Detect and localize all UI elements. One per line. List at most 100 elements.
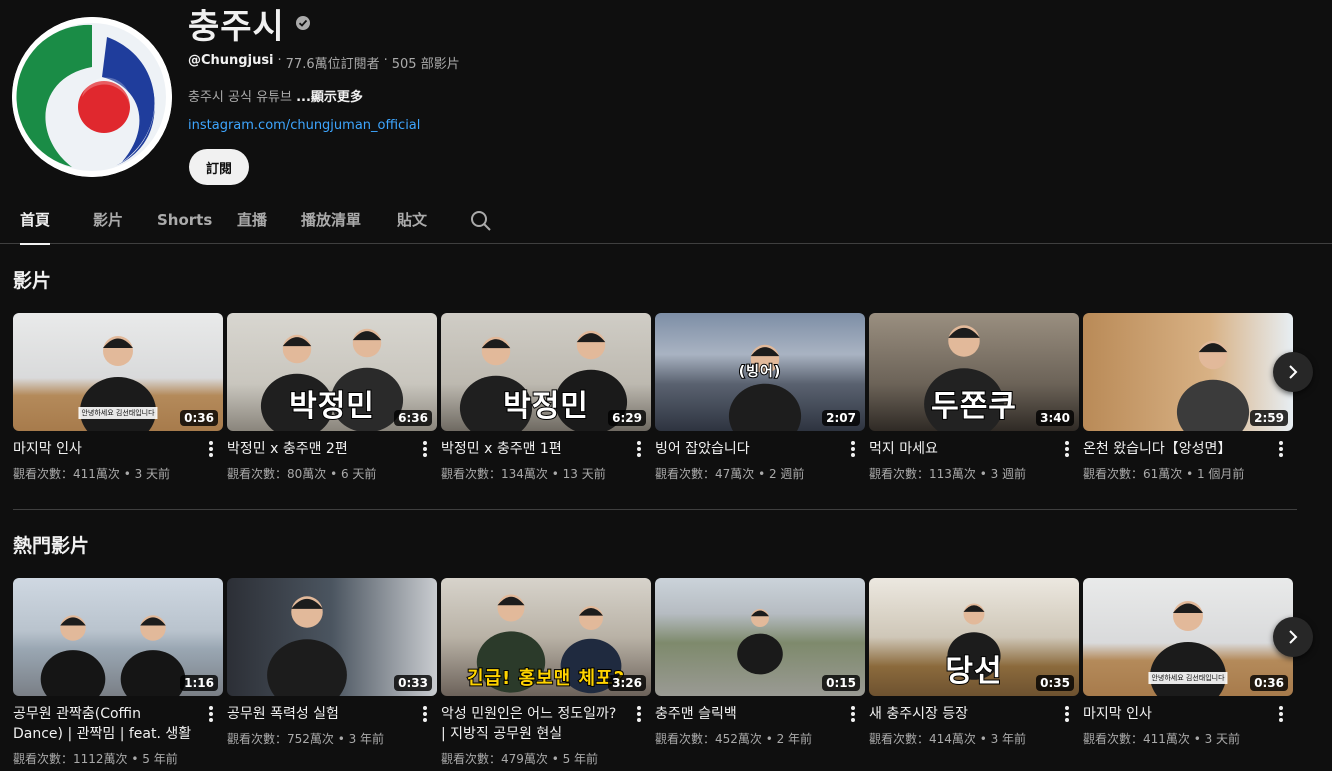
video-title[interactable]: 먹지 마세요 [869,439,1051,459]
video-card[interactable]: 두쫀쿠 3:40 먹지 마세요 觀看次數：113萬次 • 3 週前 [869,313,1079,481]
video-card[interactable]: (빙어) 2:07 빙어 잡았습니다 觀看次數：47萬次 • 2 週前 [655,313,865,481]
video-duration: 0:15 [822,675,860,691]
video-title[interactable]: 악성 민원인은 어느 정도일까? | 지방직 공무원 현실 [441,704,623,744]
more-options-icon[interactable] [1061,702,1073,726]
video-duration: 0:36 [1250,675,1288,691]
video-title[interactable]: 박정민 x 충주맨 1편 [441,439,623,459]
video-meta: 觀看次數：752萬次 • 3 年前 [227,732,385,746]
video-card[interactable]: 당선 0:35 새 충주시장 등장 觀看次數：414萬次 • 3 年前 [869,578,1079,746]
video-title[interactable]: 충주맨 슬릭백 [655,704,837,724]
video-thumbnail[interactable]: 긴급! 홍보맨 체포? 3:26 [441,578,651,696]
video-title[interactable]: 빙어 잡았습니다 [655,439,837,459]
video-card[interactable]: 긴급! 홍보맨 체포? 3:26 악성 민원인은 어느 정도일까? | 지방직 … [441,578,651,766]
more-options-icon[interactable] [847,437,859,461]
video-thumbnail[interactable]: 두쫀쿠 3:40 [869,313,1079,431]
videos-section-title[interactable]: 影片 [13,266,51,293]
meta-separator: ‧ [277,53,282,68]
video-thumbnail[interactable]: 박정민 6:36 [227,313,437,431]
video-meta: 觀看次數：47萬次 • 2 週前 [655,467,805,481]
tab-playlists[interactable]: 播放清單 [301,197,361,244]
verified-badge-icon [295,16,310,30]
tab-videos[interactable]: 影片 [93,197,123,244]
more-options-icon[interactable] [1061,437,1073,461]
video-card[interactable]: 안녕하세요 김선태입니다 0:36 마지막 인사 觀看次數：411萬次 • 3 … [13,313,223,481]
video-title[interactable]: 마지막 인사 [1083,704,1265,724]
video-thumbnail[interactable]: 2:59 [1083,313,1293,431]
chevron-right-icon [1289,630,1298,644]
video-thumbnail[interactable]: 0:33 [227,578,437,696]
subscriber-count: 77.6萬位訂閱者 [285,57,380,72]
tab-home[interactable]: 首頁 [20,197,51,245]
more-options-icon[interactable] [205,437,217,461]
video-duration: 6:29 [608,410,646,426]
popular-section-title[interactable]: 熱門影片 [13,531,89,558]
video-duration: 0:36 [180,410,218,426]
video-card[interactable]: 0:33 공무원 폭력성 실험 觀看次數：752萬次 • 3 年前 [227,578,437,746]
video-thumbnail[interactable]: 박정민 6:29 [441,313,651,431]
video-card[interactable]: 안녕하세요 김선태입니다 0:36 마지막 인사 觀看次數：411萬次 • 3 … [1083,578,1293,746]
video-thumbnail[interactable]: 안녕하세요 김선태입니다 0:36 [1083,578,1293,696]
video-thumbnail[interactable]: 1:16 [13,578,223,696]
video-meta: 觀看次數：134萬次 • 13 天前 [441,467,606,481]
video-duration: 1:16 [180,675,218,691]
videos-next-button[interactable] [1273,352,1313,392]
video-card[interactable]: 박정민 6:36 박정민 x 충주맨 2편 觀看次數：80萬次 • 6 天前 [227,313,437,481]
tab-live[interactable]: 直播 [237,197,267,244]
video-title[interactable]: 온천 왔습니다【앙성면】 [1083,439,1265,459]
channel-description[interactable]: 충주시 공식 유튜브 ...顯示更多 [188,86,363,105]
video-meta: 觀看次數：479萬次 • 5 年前 [441,752,599,766]
channel-name: 충주시 [188,6,285,47]
more-options-icon[interactable] [419,437,431,461]
channel-meta: @Chungjusi ‧ 77.6萬位訂閱者 ‧ 505 部影片 [188,53,460,72]
video-card[interactable]: 박정민 6:29 박정민 x 충주맨 1편 觀看次數：134萬次 • 13 天前 [441,313,651,481]
video-meta: 觀看次數：452萬次 • 2 年前 [655,732,813,746]
video-duration: 6:36 [394,410,432,426]
description-text: 충주시 공식 유튜브 [188,90,292,105]
video-thumbnail[interactable]: 당선 0:35 [869,578,1079,696]
tab-shorts[interactable]: Shorts [157,197,212,244]
video-title[interactable]: 공무원 관짝춤(Coffin Dance) | 관짝밈 | feat. 생활 속… [13,704,195,744]
video-meta: 觀看次數：61萬次 • 1 個月前 [1083,467,1245,481]
meta-separator: ‧ [383,53,388,68]
video-meta: 觀看次數：411萬次 • 3 天前 [1083,732,1241,746]
video-thumbnail[interactable]: (빙어) 2:07 [655,313,865,431]
video-duration: 0:35 [1036,675,1074,691]
video-meta: 觀看次數：113萬次 • 3 週前 [869,467,1027,481]
video-duration: 3:40 [1036,410,1074,426]
channel-tabs: 首頁 影片 Shorts 直播 播放清單 貼文 [0,197,1332,245]
tab-posts[interactable]: 貼文 [397,197,427,244]
video-meta: 觀看次數：80萬次 • 6 天前 [227,467,377,481]
subscribe-button[interactable]: 訂閱 [189,149,249,185]
video-title[interactable]: 박정민 x 충주맨 2편 [227,439,409,459]
video-card[interactable]: 1:16 공무원 관짝춤(Coffin Dance) | 관짝밈 | feat.… [13,578,223,766]
video-card[interactable]: 0:15 충주맨 슬릭백 觀看次數：452萬次 • 2 年前 [655,578,865,746]
thumbnail-subtitle: 안녕하세요 김선태입니다 [78,407,158,419]
channel-external-link[interactable]: instagram.com/chungjuman_official [188,118,420,133]
channel-logo [12,17,172,177]
video-title[interactable]: 공무원 폭력성 실험 [227,704,409,724]
more-options-icon[interactable] [633,437,645,461]
video-duration: 2:07 [822,410,860,426]
video-meta: 觀看次數：411萬次 • 3 天前 [13,467,171,481]
video-meta: 觀看次數：1112萬次 • 5 年前 [13,752,178,766]
more-options-icon[interactable] [419,702,431,726]
more-options-icon[interactable] [633,702,645,726]
thumbnail-subtitle: 안녕하세요 김선태입니다 [1148,672,1228,684]
video-thumbnail[interactable]: 0:15 [655,578,865,696]
video-title[interactable]: 새 충주시장 등장 [869,704,1051,724]
section-divider [13,509,1297,510]
show-more-link[interactable]: ...顯示更多 [296,90,363,105]
search-icon[interactable] [469,209,493,233]
channel-avatar[interactable] [12,17,172,177]
more-options-icon[interactable] [1275,437,1287,461]
video-meta: 觀看次數：414萬次 • 3 年前 [869,732,1027,746]
more-options-icon[interactable] [1275,702,1287,726]
video-title[interactable]: 마지막 인사 [13,439,195,459]
video-duration: 3:26 [608,675,646,691]
popular-next-button[interactable] [1273,617,1313,657]
more-options-icon[interactable] [847,702,859,726]
video-thumbnail[interactable]: 안녕하세요 김선태입니다 0:36 [13,313,223,431]
video-card[interactable]: 2:59 온천 왔습니다【앙성면】 觀看次數：61萬次 • 1 個月前 [1083,313,1293,481]
channel-handle: @Chungjusi [188,53,274,68]
more-options-icon[interactable] [205,702,217,726]
